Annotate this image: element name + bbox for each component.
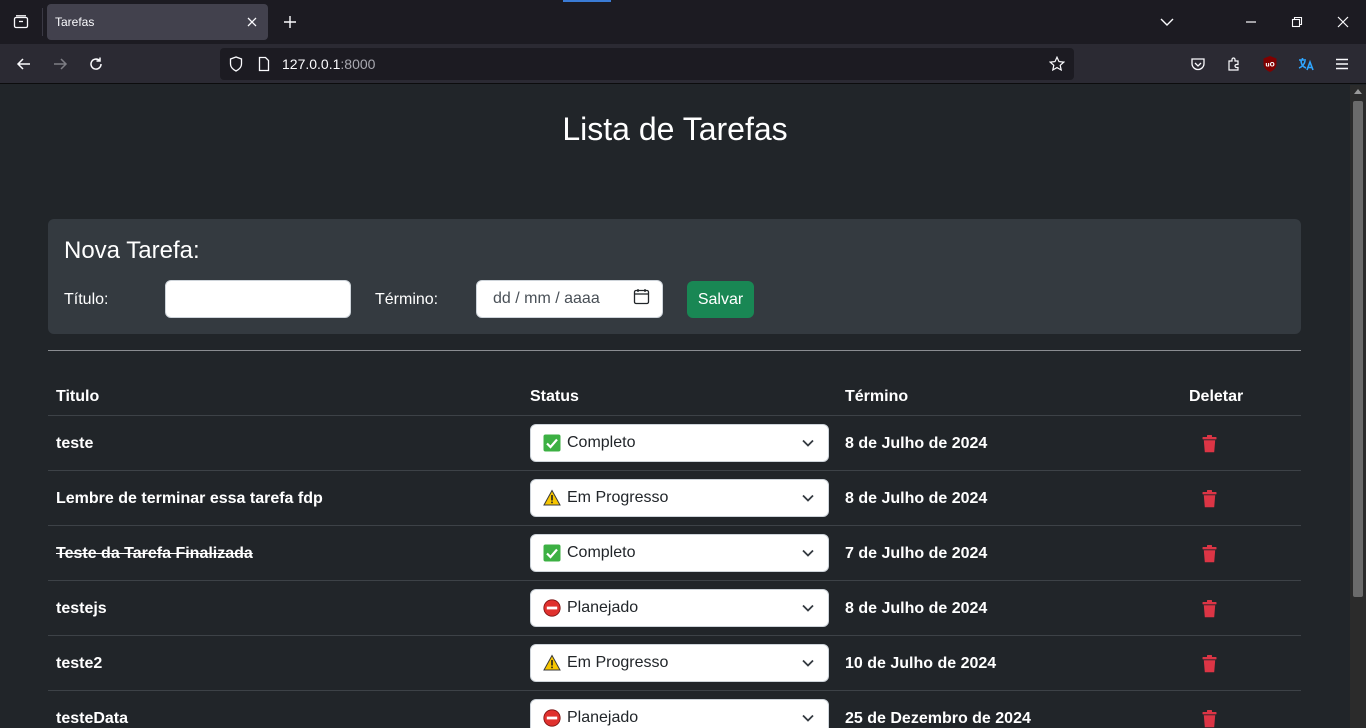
- chevron-down-icon: [800, 710, 816, 726]
- table-header: Titulo Status Término Deletar: [48, 370, 1301, 416]
- reload-icon[interactable]: [84, 52, 108, 76]
- title-label: Título:: [64, 291, 109, 308]
- browser-tab[interactable]: Tarefas: [47, 4, 268, 40]
- back-arrow-icon[interactable]: [12, 52, 36, 76]
- url-host: 127.0.0.1: [282, 56, 341, 72]
- table-row: Lembre de terminar essa tarefa fdp Em Pro…: [48, 471, 1301, 526]
- url-bar[interactable]: 127.0.0.1:8000: [220, 48, 1074, 80]
- header-end-date: Término: [845, 388, 909, 405]
- scroll-up-arrow-icon[interactable]: [1354, 89, 1362, 94]
- calendar-icon[interactable]: [633, 288, 650, 310]
- trash-icon[interactable]: [1200, 709, 1218, 728]
- tab-accent-line: [563, 0, 611, 2]
- no-entry-icon: [543, 599, 561, 617]
- page-icon[interactable]: [256, 56, 272, 72]
- svg-text:uO: uO: [1265, 62, 1274, 69]
- divider: [48, 350, 1301, 351]
- chevron-down-icon: [800, 600, 816, 616]
- forward-arrow-icon[interactable]: [48, 52, 72, 76]
- new-task-form: Nova Tarefa: Título: Término: dd / mm / …: [48, 219, 1301, 334]
- close-window-icon[interactable]: [1331, 10, 1355, 34]
- task-end-date: 25 de Dezembro de 2024: [845, 710, 1031, 727]
- table-body: teste Completo 8 de Julho de 2024 Lembre de…: [48, 416, 1301, 728]
- table-row: testejs Planejado 8 de Julho de 2024: [48, 581, 1301, 636]
- url-port: :8000: [340, 56, 376, 72]
- chevron-down-icon[interactable]: [1155, 10, 1179, 34]
- end-date-label: Término:: [375, 291, 439, 308]
- pocket-icon[interactable]: [1186, 52, 1210, 76]
- status-value: Em Progresso: [567, 489, 669, 506]
- status-value: Completo: [567, 544, 636, 561]
- task-end-date: 10 de Julho de 2024: [845, 655, 997, 672]
- table-row: Teste da Tarefa Finalizada Completo 7 de J…: [48, 526, 1301, 581]
- task-title: teste: [56, 435, 94, 452]
- ublock-origin-icon[interactable]: uO: [1258, 52, 1282, 76]
- date-placeholder: dd / mm / aaaa: [493, 290, 600, 307]
- trash-icon[interactable]: [1200, 654, 1218, 674]
- bookmark-star-icon[interactable]: [1049, 56, 1065, 72]
- task-end-date: 7 de Julho de 2024: [845, 545, 988, 562]
- status-select[interactable]: Completo: [530, 534, 829, 572]
- task-end-date: 8 de Julho de 2024: [845, 600, 988, 617]
- url-text: 127.0.0.1:8000: [282, 56, 375, 72]
- status-value: Completo: [567, 434, 636, 451]
- new-tab-icon[interactable]: [278, 10, 302, 34]
- status-select[interactable]: Em Progresso: [530, 644, 829, 682]
- minimize-icon[interactable]: [1239, 10, 1263, 34]
- extensions-icon[interactable]: [1222, 52, 1246, 76]
- page-scrollbar[interactable]: [1350, 85, 1366, 728]
- status-select[interactable]: Em Progresso: [530, 479, 829, 517]
- trash-icon[interactable]: [1200, 544, 1218, 564]
- task-title: testeData: [56, 710, 129, 727]
- task-end-date: 8 de Julho de 2024: [845, 490, 988, 507]
- task-title: Lembre de terminar essa tarefa fdp: [56, 490, 323, 507]
- form-heading: Nova Tarefa:: [64, 237, 200, 264]
- task-title: Teste da Tarefa Finalizada: [56, 545, 253, 562]
- header-title: Titulo: [56, 388, 100, 405]
- chevron-down-icon: [800, 545, 816, 561]
- task-end-date: 8 de Julho de 2024: [845, 435, 988, 452]
- trash-icon[interactable]: [1200, 489, 1218, 509]
- status-value: Em Progresso: [567, 654, 669, 671]
- translate-extension-icon[interactable]: [1294, 52, 1318, 76]
- status-value: Planejado: [567, 709, 639, 726]
- save-button[interactable]: Salvar: [687, 281, 754, 318]
- task-title: teste2: [56, 655, 103, 672]
- task-title: testejs: [56, 600, 107, 617]
- no-entry-icon: [543, 709, 561, 727]
- warning-icon: [543, 489, 561, 507]
- table-row: teste2 Em Progresso 10 de Julho de 2024: [48, 636, 1301, 691]
- title-input[interactable]: [165, 280, 351, 318]
- browser-nav-bar: 127.0.0.1:8000 uO: [0, 44, 1366, 84]
- table-row: teste Completo 8 de Julho de 2024: [48, 416, 1301, 471]
- check-icon: [543, 544, 561, 562]
- table-row: testeData Planejado 25 de Dezembro de 2024: [48, 691, 1301, 728]
- status-select[interactable]: Planejado: [530, 699, 829, 728]
- end-date-input[interactable]: dd / mm / aaaa: [476, 280, 663, 318]
- trash-icon[interactable]: [1200, 434, 1218, 454]
- tasks-table: Titulo Status Término Deletar teste Compl…: [48, 370, 1301, 728]
- status-value: Planejado: [567, 599, 639, 616]
- header-delete: Deletar: [1189, 388, 1244, 405]
- scrollbar-thumb[interactable]: [1353, 101, 1363, 597]
- trash-icon[interactable]: [1200, 599, 1218, 619]
- header-status: Status: [530, 388, 579, 405]
- close-tab-icon[interactable]: [244, 14, 260, 30]
- chevron-down-icon: [800, 435, 816, 451]
- page-content: Lista de Tarefas Nova Tarefa: Título: Té…: [0, 85, 1350, 728]
- chevron-down-icon: [800, 655, 816, 671]
- status-select[interactable]: Completo: [530, 424, 829, 462]
- chevron-down-icon: [800, 490, 816, 506]
- tab-separator: [42, 8, 43, 36]
- tab-list-icon[interactable]: [0, 0, 42, 44]
- restore-icon[interactable]: [1285, 10, 1309, 34]
- status-select[interactable]: Planejado: [530, 589, 829, 627]
- warning-icon: [543, 654, 561, 672]
- browser-tab-bar: Tarefas: [0, 0, 1366, 44]
- shield-icon[interactable]: [228, 56, 244, 72]
- tab-title: Tarefas: [55, 15, 95, 29]
- menu-hamburger-icon[interactable]: [1330, 52, 1354, 76]
- page-title: Lista de Tarefas: [562, 111, 788, 147]
- check-icon: [543, 434, 561, 452]
